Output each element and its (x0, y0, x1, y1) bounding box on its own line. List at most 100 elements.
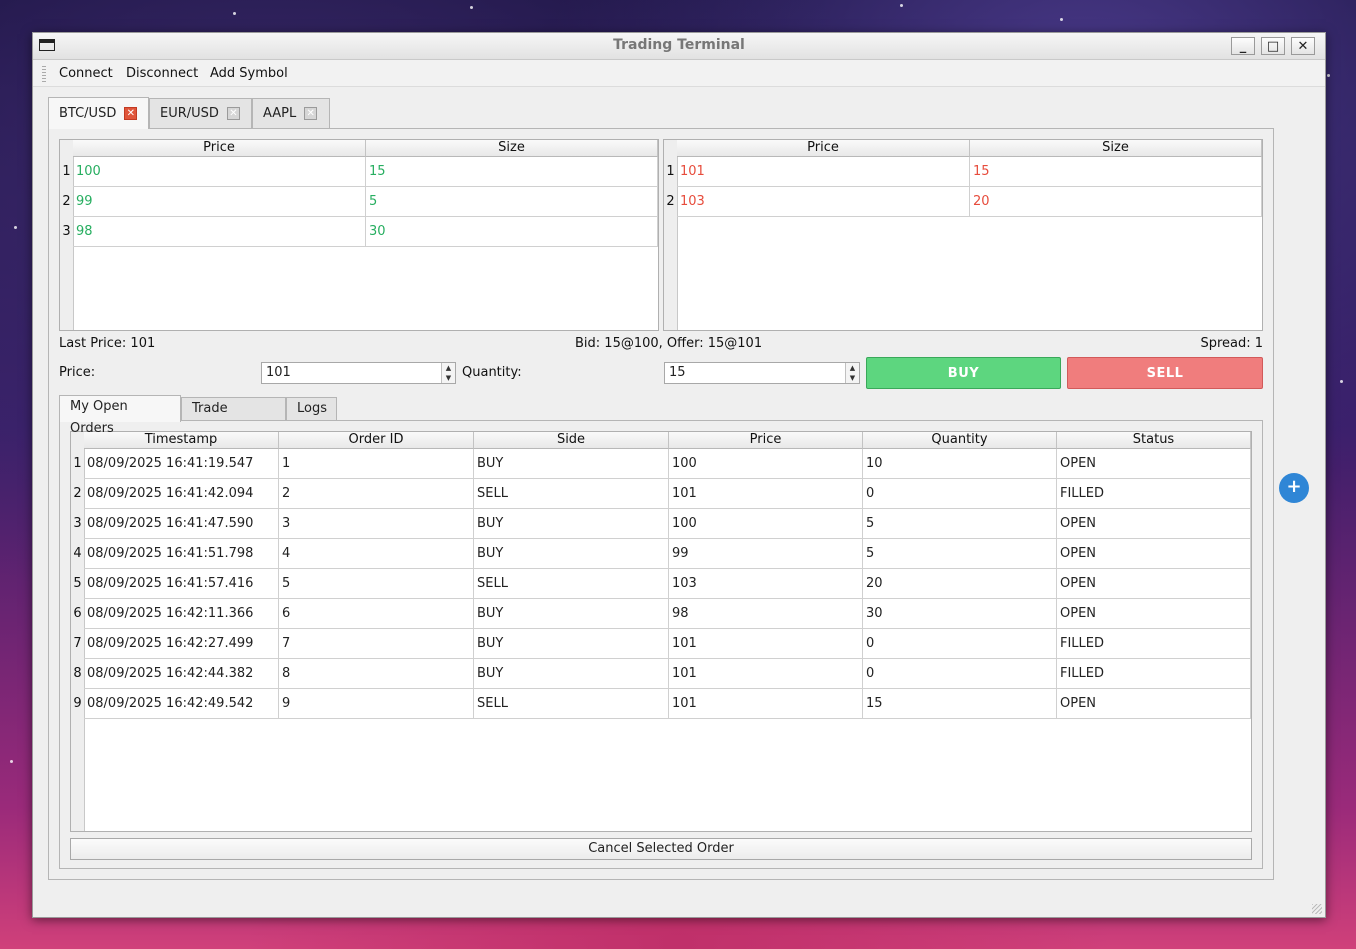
close-tab-icon[interactable]: ✕ (124, 107, 138, 120)
tab-trade-history[interactable]: Trade History (181, 397, 286, 438)
table-cell[interactable]: BUY (474, 449, 669, 479)
resize-grip-icon[interactable] (1312, 904, 1322, 914)
row-number[interactable]: 3 (71, 509, 84, 539)
table-cell[interactable]: 2 (279, 479, 474, 509)
table-cell[interactable]: 08/09/2025 16:41:47.590 (84, 509, 279, 539)
sell-button[interactable]: SELL (1067, 357, 1263, 389)
column-header[interactable]: Price (73, 140, 366, 157)
minimize-button[interactable]: _ (1231, 37, 1255, 55)
bids-table[interactable]: Price Size 1 100 15 2 99 5 3 98 30 (59, 139, 659, 331)
column-header[interactable]: Price (677, 140, 970, 157)
table-cell[interactable]: FILLED (1057, 629, 1251, 659)
close-tab-icon[interactable]: ✕ (226, 107, 240, 120)
row-number[interactable]: 9 (71, 689, 84, 719)
table-cell[interactable]: 5 (863, 539, 1057, 569)
column-header[interactable]: Price (669, 432, 863, 449)
table-cell[interactable]: BUY (474, 629, 669, 659)
table-cell[interactable]: FILLED (1057, 479, 1251, 509)
table-cell[interactable]: 103 (669, 569, 863, 599)
table-cell[interactable]: OPEN (1057, 569, 1251, 599)
table-cell[interactable]: 100 (73, 157, 366, 187)
table-cell[interactable]: 98 (669, 599, 863, 629)
table-cell[interactable]: BUY (474, 599, 669, 629)
asks-table[interactable]: Price Size 1 101 15 2 103 20 (663, 139, 1263, 331)
tab-my-open-orders[interactable]: My Open Orders (59, 395, 181, 436)
buy-button[interactable]: BUY (866, 357, 1061, 389)
table-cell[interactable]: 101 (669, 479, 863, 509)
table-cell[interactable]: 08/09/2025 16:42:11.366 (84, 599, 279, 629)
table-cell[interactable]: 08/09/2025 16:42:27.499 (84, 629, 279, 659)
row-number[interactable]: 5 (71, 569, 84, 599)
row-number[interactable]: 1 (60, 157, 73, 187)
column-header[interactable]: Size (970, 140, 1262, 157)
row-number[interactable]: 7 (71, 629, 84, 659)
table-cell[interactable]: OPEN (1057, 689, 1251, 719)
tab-logs[interactable]: Logs (286, 397, 337, 421)
table-cell[interactable]: 15 (863, 689, 1057, 719)
table-cell[interactable]: OPEN (1057, 599, 1251, 629)
maximize-button[interactable]: □ (1261, 37, 1285, 55)
tab-btc-usd[interactable]: BTC/USD ✕ (48, 97, 149, 129)
table-cell[interactable]: 5 (366, 187, 658, 217)
column-header[interactable]: Order ID (279, 432, 474, 449)
table-cell[interactable]: 100 (669, 509, 863, 539)
row-number[interactable]: 2 (71, 479, 84, 509)
row-number[interactable]: 1 (71, 449, 84, 479)
open-orders-table[interactable]: Timestamp Order ID Side Price Quantity Status… (70, 431, 1252, 832)
column-header[interactable]: Side (474, 432, 669, 449)
table-cell[interactable]: 0 (863, 659, 1057, 689)
column-header[interactable]: Size (366, 140, 658, 157)
table-cell[interactable]: 7 (279, 629, 474, 659)
table-cell[interactable]: 30 (366, 217, 658, 247)
table-cell[interactable]: 99 (669, 539, 863, 569)
disconnect-button[interactable]: Disconnect (126, 66, 198, 81)
table-cell[interactable]: 5 (279, 569, 474, 599)
table-cell[interactable]: 10 (863, 449, 1057, 479)
table-cell[interactable]: 1 (279, 449, 474, 479)
tab-aapl[interactable]: AAPL ✕ (252, 98, 330, 128)
table-cell[interactable]: 0 (863, 479, 1057, 509)
toolbar-grip-icon[interactable] (42, 66, 46, 82)
add-symbol-button[interactable]: Add Symbol (210, 66, 288, 81)
table-cell[interactable]: FILLED (1057, 659, 1251, 689)
table-cell[interactable]: 8 (279, 659, 474, 689)
price-spinbox[interactable]: 101 ▲ ▼ (261, 362, 456, 384)
table-cell[interactable]: 08/09/2025 16:41:51.798 (84, 539, 279, 569)
table-cell[interactable]: 20 (970, 187, 1262, 217)
table-cell[interactable]: 101 (669, 659, 863, 689)
row-number[interactable]: 2 (60, 187, 73, 217)
connect-button[interactable]: Connect (59, 66, 113, 81)
table-cell[interactable]: SELL (474, 479, 669, 509)
table-cell[interactable]: BUY (474, 509, 669, 539)
row-number[interactable]: 4 (71, 539, 84, 569)
table-cell[interactable]: BUY (474, 659, 669, 689)
table-cell[interactable]: 3 (279, 509, 474, 539)
table-cell[interactable]: SELL (474, 689, 669, 719)
table-cell[interactable]: 08/09/2025 16:41:57.416 (84, 569, 279, 599)
table-cell[interactable]: 101 (677, 157, 970, 187)
cancel-order-button[interactable]: Cancel Selected Order (70, 838, 1252, 860)
column-header[interactable]: Quantity (863, 432, 1057, 449)
spin-arrows-icon[interactable]: ▲ ▼ (845, 363, 859, 383)
table-cell[interactable]: 101 (669, 689, 863, 719)
table-cell[interactable]: SELL (474, 569, 669, 599)
table-cell[interactable]: 5 (863, 509, 1057, 539)
table-cell[interactable]: 30 (863, 599, 1057, 629)
row-number[interactable]: 2 (664, 187, 677, 217)
title-bar[interactable]: Trading Terminal _ □ ✕ (33, 33, 1325, 60)
table-cell[interactable]: 98 (73, 217, 366, 247)
table-cell[interactable]: OPEN (1057, 509, 1251, 539)
table-cell[interactable]: OPEN (1057, 539, 1251, 569)
table-cell[interactable]: 08/09/2025 16:41:19.547 (84, 449, 279, 479)
table-cell[interactable]: BUY (474, 539, 669, 569)
table-cell[interactable]: 0 (863, 629, 1057, 659)
table-cell[interactable]: 08/09/2025 16:42:49.542 (84, 689, 279, 719)
table-cell[interactable]: 08/09/2025 16:41:42.094 (84, 479, 279, 509)
table-cell[interactable]: 15 (970, 157, 1262, 187)
table-cell[interactable]: 103 (677, 187, 970, 217)
spin-arrows-icon[interactable]: ▲ ▼ (441, 363, 455, 383)
table-cell[interactable]: OPEN (1057, 449, 1251, 479)
close-tab-icon[interactable]: ✕ (304, 107, 318, 120)
table-cell[interactable]: 4 (279, 539, 474, 569)
column-header[interactable]: Status (1057, 432, 1251, 449)
